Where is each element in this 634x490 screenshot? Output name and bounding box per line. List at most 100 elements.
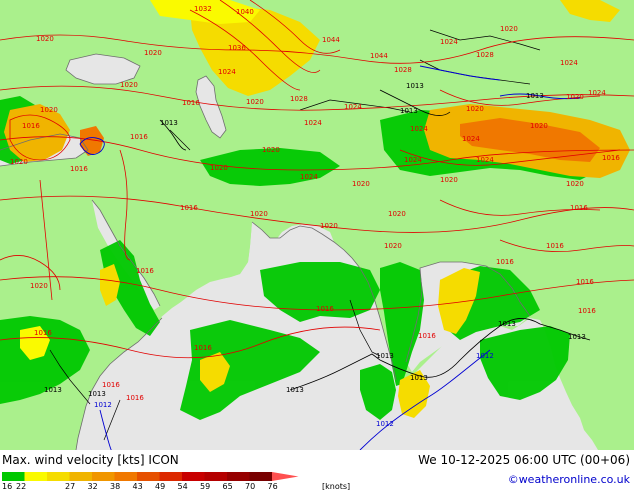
legend-unit: [knots] <box>322 482 350 490</box>
isobar-label: 1016 <box>34 329 52 337</box>
isobar-label: 1013 <box>160 119 178 127</box>
map-title: Max. wind velocity [kts] ICON <box>2 453 179 467</box>
legend-swatch <box>92 472 115 481</box>
legend-tick-label: 76 <box>268 482 278 490</box>
legend-swatch <box>69 472 92 481</box>
isobar-label: 1020 <box>530 122 548 130</box>
isobar-label: 1016 <box>316 305 334 313</box>
isobar-label: 1016 <box>136 267 154 275</box>
legend-tick-label: 16 <box>2 482 12 490</box>
isobar-label: 1016 <box>496 258 514 266</box>
isobar-label: 1044 <box>370 52 388 60</box>
isobar-label: 1013 <box>286 386 304 394</box>
legend-tick-label: 70 <box>245 482 255 490</box>
isobar-label: 1032 <box>194 5 212 13</box>
isobar-label: 1012 <box>94 401 112 409</box>
isobar-label: 1024 <box>588 89 606 97</box>
credit-link[interactable]: ©weatheronline.co.uk <box>508 473 630 486</box>
valid-time: We 10-12-2025 06:00 UTC (00+06) <box>418 453 630 467</box>
legend-swatch <box>227 472 250 481</box>
isobar-label: 1016 <box>602 154 620 162</box>
footer-bar: Max. wind velocity [kts] ICON We 10-12-2… <box>0 450 634 490</box>
isobar-label: 1036 <box>228 44 246 52</box>
isobar-label: 1020 <box>388 210 406 218</box>
legend-ticks: 16 22 27 32 38 43 49 54 59 65 70 76 <box>2 482 278 490</box>
legend-tick-label: 22 <box>16 482 26 490</box>
isobar-label: 1013 <box>498 320 516 328</box>
isobar-label: 1044 <box>322 36 340 44</box>
isobar-label: 1016 <box>22 122 40 130</box>
isobar-label: 1024 <box>344 103 362 111</box>
legend-tick-label: 38 <box>110 482 120 490</box>
isobar-label: 1024 <box>462 135 480 143</box>
isobar-label: 1016 <box>546 242 564 250</box>
legend-swatch <box>2 472 25 481</box>
isobar-label: 1020 <box>566 93 584 101</box>
isobar-label: 1028 <box>394 66 412 74</box>
legend-tick-label: 54 <box>178 482 188 490</box>
legend-swatch <box>24 472 47 481</box>
isobar-label: 1012 <box>476 352 494 360</box>
legend-swatch <box>204 472 227 481</box>
wind-velocity-map: 1032 1040 1036 1044 1024 1020 1020 1020 … <box>0 0 634 450</box>
isobar-label: 1020 <box>40 106 58 114</box>
isobar-label: 1013 <box>410 374 428 382</box>
legend-tick-label: 59 <box>200 482 210 490</box>
isobar-label: 1020 <box>144 49 162 57</box>
isobar-label: 1024 <box>440 38 458 46</box>
isobar-label: 1016 <box>102 381 120 389</box>
isobar-label: 1020 <box>466 105 484 113</box>
isobar-label: 1016 <box>180 204 198 212</box>
isobar-label: 1016 <box>418 332 436 340</box>
isobar-label: 1024 <box>560 59 578 67</box>
isobar-label: 1016 <box>130 133 148 141</box>
isobar-label: 1013 <box>376 352 394 360</box>
isobar-label: 1020 <box>566 180 584 188</box>
legend-swatch <box>114 472 137 481</box>
isobar-label: 1016 <box>570 204 588 212</box>
isobar-label: 1020 <box>10 158 28 166</box>
isobar-label: 1028 <box>476 51 494 59</box>
legend-swatch <box>137 472 160 481</box>
isobar-label: 1013 <box>406 82 424 90</box>
isobar-label: 1024 <box>404 156 422 164</box>
isobar-label: 1012 <box>376 420 394 428</box>
legend-swatch <box>47 472 70 481</box>
isobar-label: 1016 <box>126 394 144 402</box>
legend-tick-label: 65 <box>223 482 233 490</box>
isobar-label: 1024 <box>218 68 236 76</box>
legend-swatch <box>159 472 182 481</box>
legend-tick-label: 32 <box>88 482 98 490</box>
isobar-label: 1020 <box>246 98 264 106</box>
legend-swatch <box>182 472 205 481</box>
isobar-label: 1024 <box>476 156 494 164</box>
isobar-label: 1028 <box>290 95 308 103</box>
isobar-label: 1013 <box>44 386 62 394</box>
legend-tick-label: 27 <box>65 482 75 490</box>
legend-tick-label: 43 <box>133 482 143 490</box>
isobar-label: 1024 <box>410 125 428 133</box>
isobar-label: 1020 <box>440 176 458 184</box>
isobar-label: 1020 <box>320 222 338 230</box>
isobar-label: 1016 <box>182 99 200 107</box>
legend-tick-label: 49 <box>155 482 165 490</box>
isobar-label: 1020 <box>352 180 370 188</box>
isobar-label: 1013 <box>568 333 586 341</box>
isobar-label: 1040 <box>236 8 254 16</box>
isobar-label: 1020 <box>30 282 48 290</box>
isobar-label: 1016 <box>70 165 88 173</box>
isobar-label: 1016 <box>576 278 594 286</box>
legend-swatches <box>2 472 299 481</box>
isobar-label: 1016 <box>578 307 596 315</box>
isobar-label: 1020 <box>210 164 228 172</box>
isobar-label: 1024 <box>304 119 322 127</box>
isobar-label: 1016 <box>194 344 212 352</box>
isobar-label: 1020 <box>500 25 518 33</box>
isobar-label: 1013 <box>400 107 418 115</box>
isobar-label: 1024 <box>300 173 318 181</box>
legend-swatch <box>272 472 299 481</box>
isobar-label: 1020 <box>36 35 54 43</box>
isobar-label: 1020 <box>384 242 402 250</box>
isobar-label: 1013 <box>526 92 544 100</box>
isobar-label: 1020 <box>262 146 280 154</box>
